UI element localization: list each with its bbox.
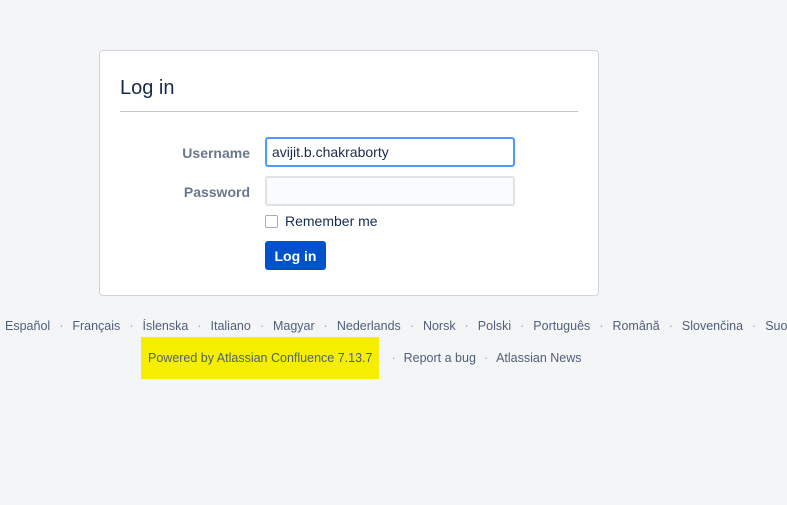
powered-by-highlight: Powered by Atlassian Confluence 7.13.7 [141,337,380,379]
language-link-magyar[interactable]: Magyar [273,319,315,333]
separator: · [668,319,673,333]
separator: · [391,351,396,365]
language-link-slovencina[interactable]: Slovenčina [682,319,743,333]
separator: · [599,319,604,333]
report-bug-link[interactable]: Report a bug [404,351,476,365]
separator: · [323,319,328,333]
remember-me-row[interactable]: Remember me [265,213,378,229]
login-button[interactable]: Log in [265,241,326,270]
language-link-francais[interactable]: Français [72,319,120,333]
footer-bar: Powered by Atlassian Confluence 7.13.7 ·… [141,337,582,379]
powered-by-link[interactable]: Powered by Atlassian Confluence 7.13.7 [148,351,372,365]
remember-me-label: Remember me [285,213,378,229]
language-link-polski[interactable]: Polski [478,319,511,333]
separator: · [752,319,757,333]
separator: · [464,319,469,333]
separator: · [59,319,64,333]
password-input[interactable] [265,176,515,206]
password-label: Password [183,184,250,200]
language-link-romana[interactable]: Română [612,319,659,333]
atlassian-news-link[interactable]: Atlassian News [496,351,581,365]
language-link-italiano[interactable]: Italiano [211,319,251,333]
language-link-portugues[interactable]: Português [533,319,590,333]
language-link-espanol[interactable]: Español [5,319,50,333]
separator: · [129,319,134,333]
separator: · [197,319,202,333]
separator: · [259,319,264,333]
language-link-suomi[interactable]: Suo [765,319,787,333]
title-divider [120,111,578,112]
page-title: Log in [120,77,175,99]
username-input[interactable] [265,137,515,167]
separator: · [520,319,525,333]
username-label: Username [182,145,250,161]
login-panel: Log in Username Password Remember me Log… [99,50,599,296]
remember-me-checkbox[interactable] [265,214,278,228]
language-link-islenska[interactable]: Íslenska [142,319,188,333]
language-link-nederlands[interactable]: Nederlands [337,319,401,333]
language-bar: Español · Français · Íslenska · Italiano · Magya… [5,319,787,333]
separator: · [483,351,489,365]
language-link-norsk[interactable]: Norsk [423,319,456,333]
separator: · [409,319,414,333]
